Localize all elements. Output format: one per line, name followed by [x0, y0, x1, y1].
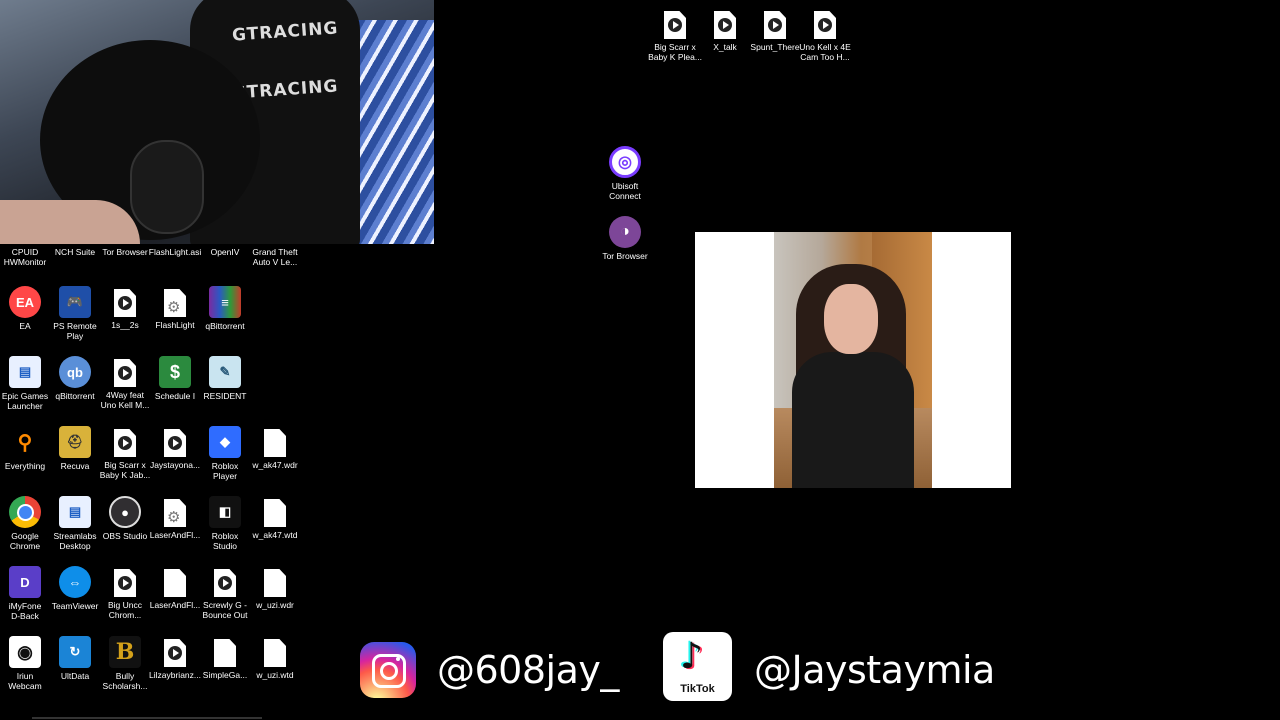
icon-label: w_ak47.wdr: [252, 460, 298, 470]
archive-icon: ≡: [209, 286, 241, 318]
ubisoft-icon: ◎: [609, 146, 641, 178]
desktop-icon-w-uzi-wtd[interactable]: w_uzi.wtd: [244, 636, 306, 680]
playstation-icon: 🎮: [59, 286, 91, 318]
desktop-icon-ubisoft-connect[interactable]: ◎ Ubisoft Connect: [594, 146, 656, 201]
desktop-icon-w-uzi-wdr[interactable]: w_uzi.wdr: [244, 566, 306, 610]
icon-label: Uno Kell x 4E Cam Too H...: [799, 42, 851, 62]
ultdata-icon: ↻: [59, 636, 91, 668]
media-file-icon: [214, 569, 236, 597]
media-file-icon: [114, 429, 136, 457]
qbittorrent-icon: qb: [59, 356, 91, 388]
instagram-handle: @608jay_: [437, 648, 619, 692]
magnifier-icon: ⚲: [9, 426, 41, 458]
tiktok-handle: @Jaystaymia: [754, 648, 995, 692]
icon-label: w_uzi.wtd: [256, 670, 294, 680]
teamviewer-icon: ⇔: [59, 566, 91, 598]
icon-label: RESIDENT: [203, 391, 247, 401]
installer-icon: ▤: [9, 356, 41, 388]
config-file-icon: [164, 289, 186, 317]
media-file-icon: [664, 11, 686, 39]
desktop-icon-resident[interactable]: ✎ RESIDENT: [194, 356, 256, 401]
icon-label: Tor Browser: [602, 251, 648, 261]
file-icon: [264, 429, 286, 457]
chrome-icon: [9, 496, 41, 528]
obs-icon: ●: [109, 496, 141, 528]
webcam-overlay: GTRACING GTRACING: [0, 0, 434, 244]
file-icon: [264, 639, 286, 667]
tor-browser-icon: ◑: [609, 216, 641, 248]
file-icon: [264, 499, 286, 527]
desktop-icon-gta-v[interactable]: Grand Theft Auto V Le...: [244, 244, 306, 267]
installer-icon: ▤: [59, 496, 91, 528]
recuva-icon: ⛑: [59, 426, 91, 458]
media-file-icon: [164, 429, 186, 457]
desktop-icon-w-ak47-wtd[interactable]: w_ak47.wtd: [244, 496, 306, 540]
media-file-icon: [764, 11, 786, 39]
webcam-person: [0, 200, 140, 244]
media-file-icon: [114, 359, 136, 387]
headset-cup: [130, 140, 204, 234]
imyfone-icon: D: [9, 566, 41, 598]
webcam-icon: ◉: [9, 636, 41, 668]
file-icon: [264, 569, 286, 597]
media-file-icon: [164, 639, 186, 667]
tiktok-icon: ♪ TikTok: [663, 632, 732, 701]
roblox-icon: ◆: [209, 426, 241, 458]
icon-label: qBittorrent: [205, 321, 245, 331]
desktop-icon-winrar[interactable]: ≡ qBittorrent: [194, 286, 256, 331]
photo-overlay: [695, 232, 1011, 488]
media-file-icon: [114, 569, 136, 597]
portrait-photo: [774, 232, 932, 488]
desktop-icon-tor-browser[interactable]: ◑ Tor Browser: [594, 216, 656, 261]
media-file-icon: [814, 11, 836, 39]
file-icon: [214, 639, 236, 667]
media-file-icon: [114, 289, 136, 317]
file-icon: [164, 569, 186, 597]
person-body: [792, 352, 914, 488]
icon-label: w_ak47.wtd: [252, 530, 298, 540]
ea-icon: EA: [9, 286, 41, 318]
bully-game-icon: B: [109, 636, 141, 668]
instagram-icon: [360, 642, 416, 698]
roblox-studio-icon: ◧: [209, 496, 241, 528]
icon-label: Grand Theft Auto V Le...: [252, 247, 298, 267]
taskbar-edge: [32, 717, 262, 719]
notepad-icon: ✎: [209, 356, 241, 388]
desktop-icon-uno-kell-cam[interactable]: Uno Kell x 4E Cam Too H...: [794, 8, 856, 62]
icon-label: Ubisoft Connect: [609, 181, 641, 201]
media-file-icon: [714, 11, 736, 39]
desktop-icon-w-ak47-wdr[interactable]: w_ak47.wdr: [244, 426, 306, 470]
person-face: [824, 284, 878, 354]
icon-label: w_uzi.wdr: [256, 600, 294, 610]
schedule-game-icon: $: [159, 356, 191, 388]
tiktok-logo-text: TikTok: [680, 683, 715, 695]
config-file-icon: [164, 499, 186, 527]
